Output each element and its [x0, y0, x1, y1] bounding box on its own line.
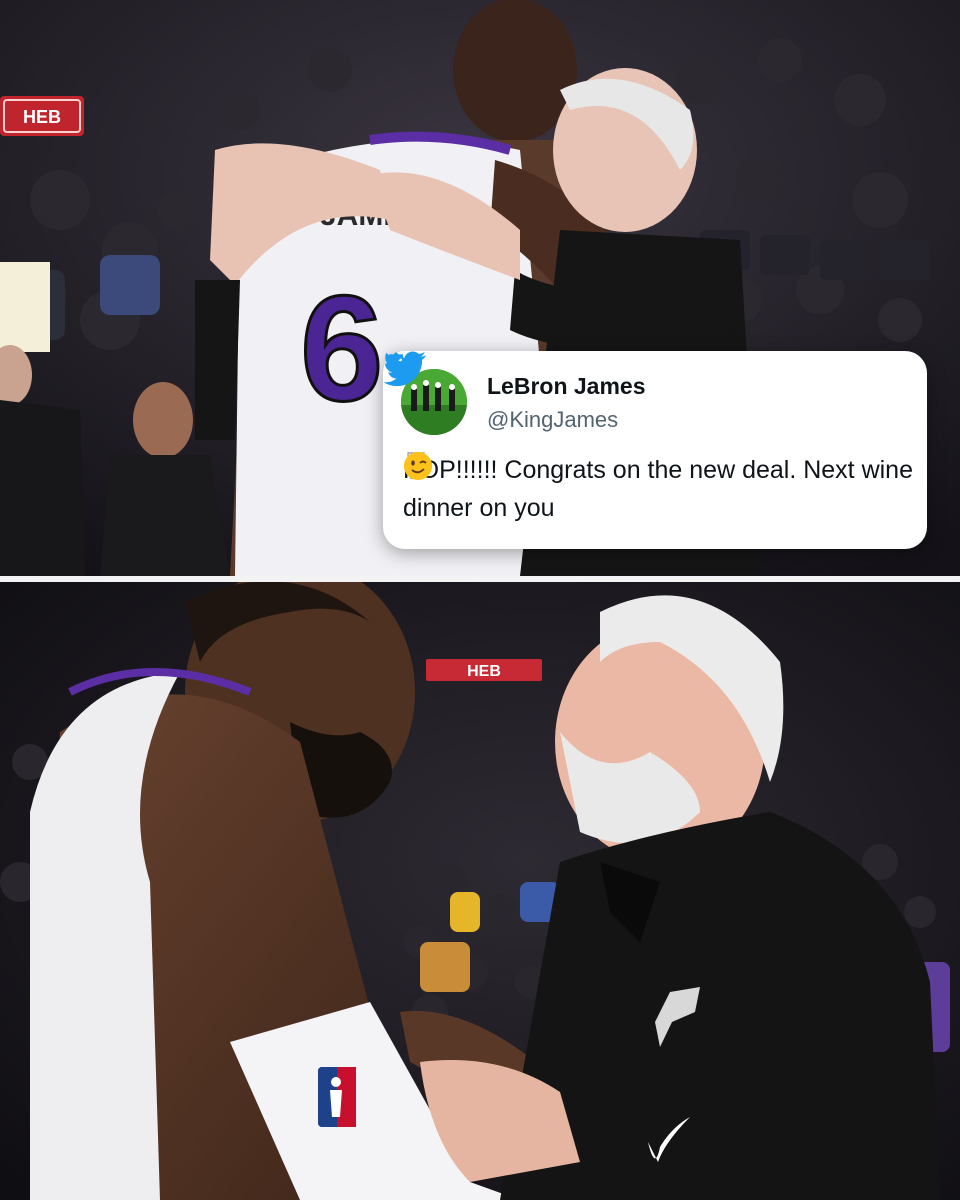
fan-sign [0, 262, 50, 352]
top-photo: HEB 6 JAMES [0, 0, 960, 576]
nba-logo-icon [318, 1067, 356, 1127]
tweet-body: POP!!!!!! Congrats on the new deal. Next… [403, 456, 913, 522]
bottom-photo: HEB [0, 582, 960, 1200]
tweet-text: POP!!!!!! Congrats on the new deal. Next… [403, 451, 913, 527]
svg-text:HEB: HEB [23, 107, 61, 127]
arena-sign-top: HEB [0, 96, 84, 136]
user-handle[interactable]: @KingJames [487, 407, 618, 433]
twitter-bird-icon [383, 351, 426, 387]
tweet-card[interactable]: LeBron James @KingJames POP!!!!!! Congra… [383, 351, 927, 549]
svg-text:6: 6 [300, 264, 383, 432]
svg-text:HEB: HEB [467, 663, 501, 680]
display-name[interactable]: LeBron James [487, 373, 646, 400]
bottom-photo-scene: HEB [0, 582, 960, 1200]
winking-face-icon [404, 452, 432, 480]
arena-sign-bottom: HEB [426, 659, 542, 681]
